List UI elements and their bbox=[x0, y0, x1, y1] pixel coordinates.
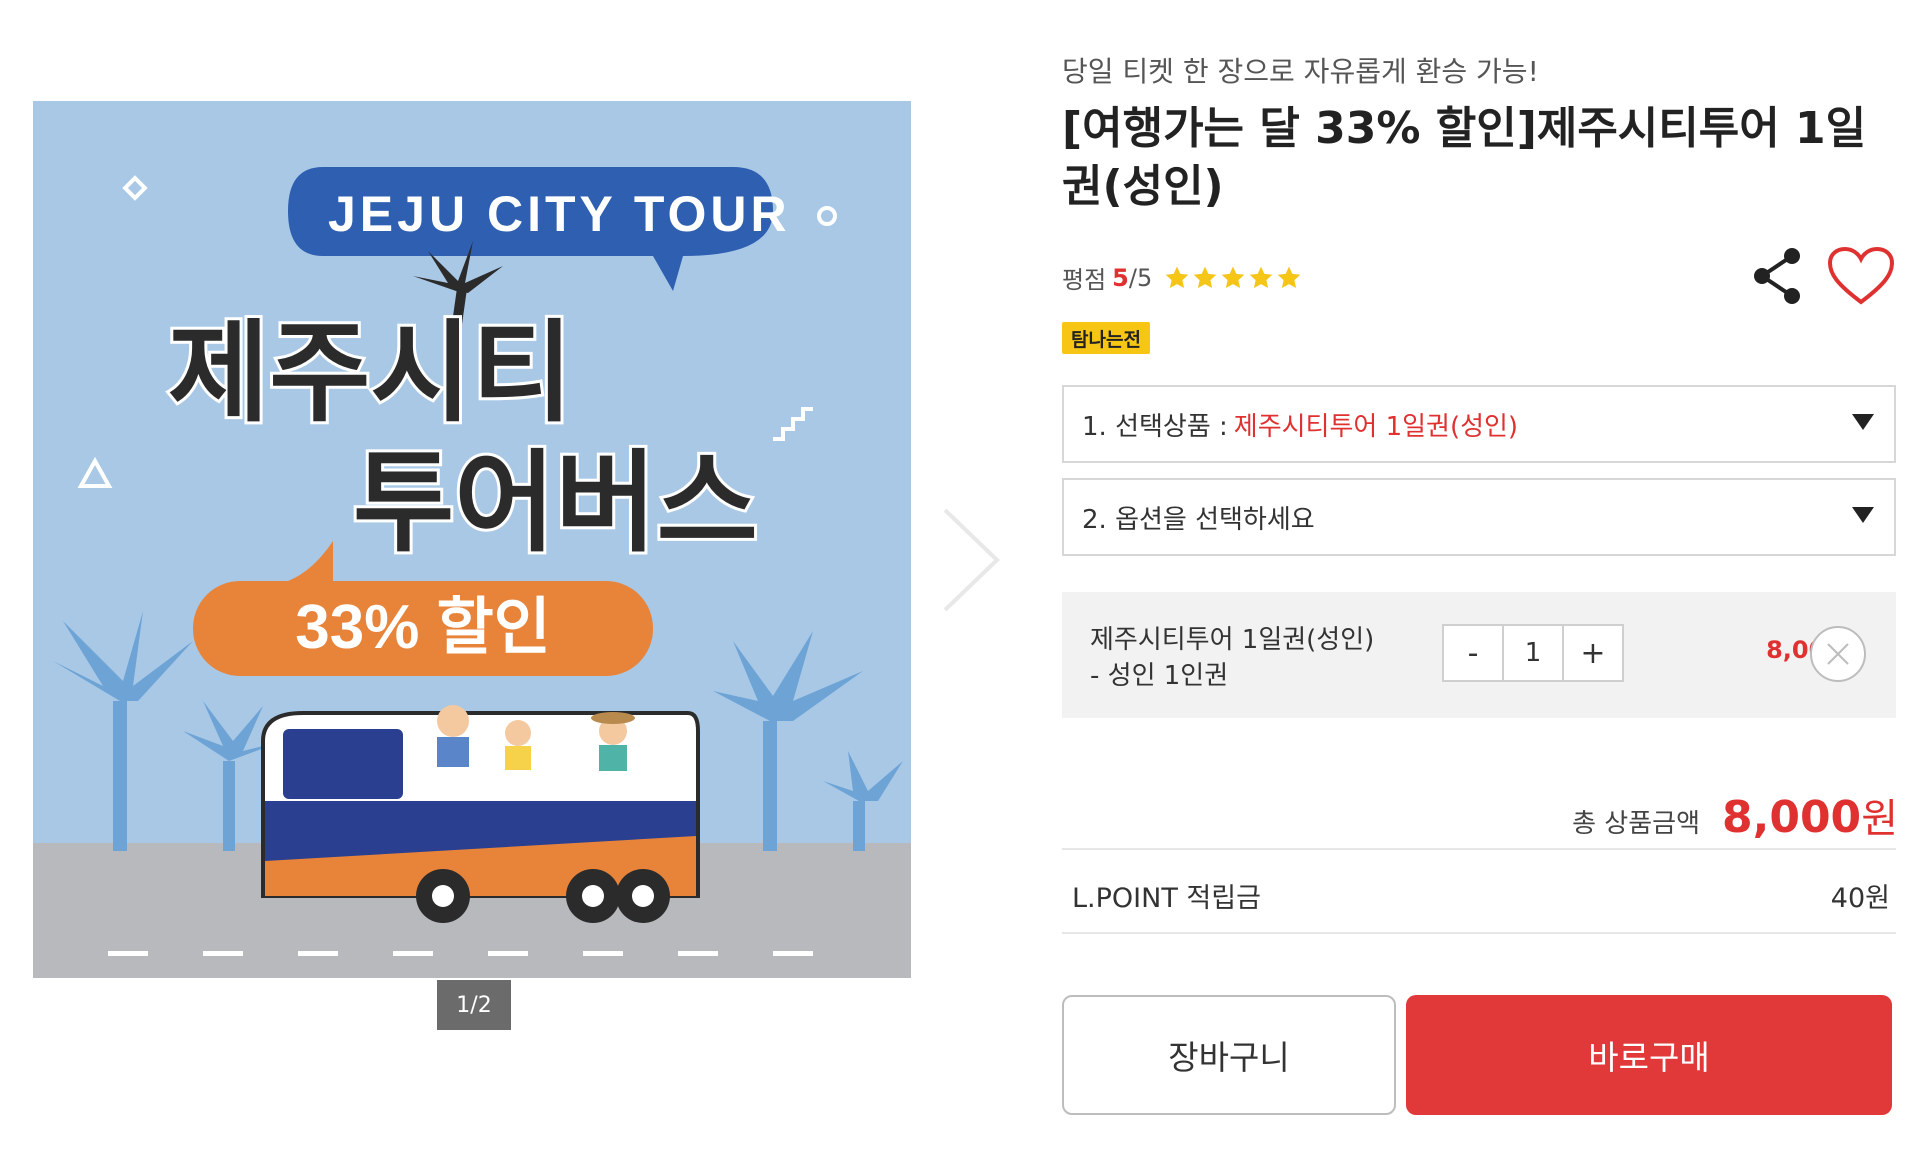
divider bbox=[1062, 932, 1896, 934]
chevron-right-icon bbox=[943, 508, 1000, 612]
product-info-panel: 당일 티켓 한 장으로 자유롭게 환승 가능! [여행가는 달 33% 할인]제… bbox=[1062, 0, 1898, 1150]
divider bbox=[1062, 848, 1896, 850]
rating-score: 5 bbox=[1112, 263, 1129, 292]
heart-icon bbox=[1827, 246, 1895, 305]
rating-stars bbox=[1164, 265, 1302, 291]
gallery-page-indicator: 1/2 bbox=[437, 980, 511, 1030]
remove-item-button[interactable] bbox=[1808, 624, 1868, 684]
banner-logo-text: JEJU CITY TOUR bbox=[328, 186, 791, 242]
quantity-increase-button[interactable]: + bbox=[1562, 626, 1622, 680]
star-icon bbox=[1277, 266, 1301, 288]
star-icon bbox=[1221, 266, 1245, 288]
product-title: [여행가는 달 33% 할인]제주시티투어 1일권(성인) bbox=[1062, 103, 1867, 212]
banner-discount-text: 33% 할인 bbox=[295, 593, 550, 662]
option-select[interactable]: 2. 옵션을 선택하세요 bbox=[1062, 478, 1896, 556]
total-price-amount: 8,000 bbox=[1722, 792, 1862, 843]
quantity-value[interactable]: 1 bbox=[1504, 626, 1562, 680]
product-banner-image: JEJU CITY TOUR 제주시티 투어버스 33% 할인 JEJU CIT… bbox=[33, 101, 911, 978]
close-circle-icon bbox=[1810, 626, 1866, 682]
selected-item-name: 제주시티투어 1일권(성인) - 성인 1인권 bbox=[1090, 622, 1374, 694]
share-icon bbox=[1754, 248, 1800, 304]
lpoint-label: L.POINT 적립금 bbox=[1072, 883, 1261, 914]
lpoint-value: 40원 bbox=[1830, 883, 1890, 914]
product-select-label: 1. 선택상품 : bbox=[1082, 411, 1228, 442]
rating-label: 평점 bbox=[1062, 266, 1107, 294]
product-select-value: 제주시티투어 1일권(성인) bbox=[1233, 411, 1519, 442]
rating-max: /5 bbox=[1128, 263, 1153, 292]
total-price-unit: 원 bbox=[1861, 796, 1898, 842]
product-rating: 평점 5 /5 bbox=[1062, 260, 1302, 295]
bus-logo-text: JEJU CITY TOUR bbox=[463, 801, 642, 826]
gallery-next-button[interactable] bbox=[935, 505, 1005, 615]
quantity-stepper: - 1 + bbox=[1442, 624, 1624, 682]
product-select[interactable]: 1. 선택상품 : 제주시티투어 1일권(성인) bbox=[1062, 385, 1896, 463]
caret-down-icon bbox=[1852, 414, 1874, 430]
payment-badge: 탐나는전 bbox=[1062, 322, 1150, 354]
banner-headline-line1: 제주시티 bbox=[168, 312, 573, 435]
selected-item-box: 제주시티투어 1일권(성인) - 성인 1인권 - 1 + 8,000 bbox=[1062, 592, 1896, 718]
selected-item-name-line2: - 성인 1인권 bbox=[1090, 661, 1229, 691]
star-icon bbox=[1165, 266, 1189, 288]
selected-item-name-line1: 제주시티투어 1일권(성인) bbox=[1090, 625, 1375, 655]
banner-illustration: JEJU CITY TOUR 제주시티 투어버스 33% 할인 JEJU CIT… bbox=[33, 101, 911, 978]
star-icon bbox=[1249, 266, 1273, 288]
quantity-decrease-button[interactable]: - bbox=[1444, 626, 1504, 680]
option-select-placeholder: 2. 옵션을 선택하세요 bbox=[1082, 504, 1315, 535]
product-subtitle: 당일 티켓 한 장으로 자유롭게 환승 가능! bbox=[1062, 55, 1539, 88]
bus-illustration: JEJU CITY TOUR bbox=[261, 705, 700, 923]
share-button[interactable] bbox=[1742, 240, 1812, 312]
total-price: 총 상품금액 8,000 원 bbox=[1572, 786, 1898, 844]
buy-now-button[interactable]: 바로구매 bbox=[1406, 995, 1892, 1115]
add-to-cart-button[interactable]: 장바구니 bbox=[1062, 995, 1396, 1115]
caret-down-icon bbox=[1852, 507, 1874, 523]
banner-headline-line2: 투어버스 bbox=[353, 442, 758, 565]
total-price-label: 총 상품금액 bbox=[1572, 809, 1700, 839]
product-image-gallery: JEJU CITY TOUR 제주시티 투어버스 33% 할인 JEJU CIT… bbox=[33, 101, 911, 978]
wishlist-button[interactable] bbox=[1824, 240, 1898, 312]
star-icon bbox=[1193, 266, 1217, 288]
